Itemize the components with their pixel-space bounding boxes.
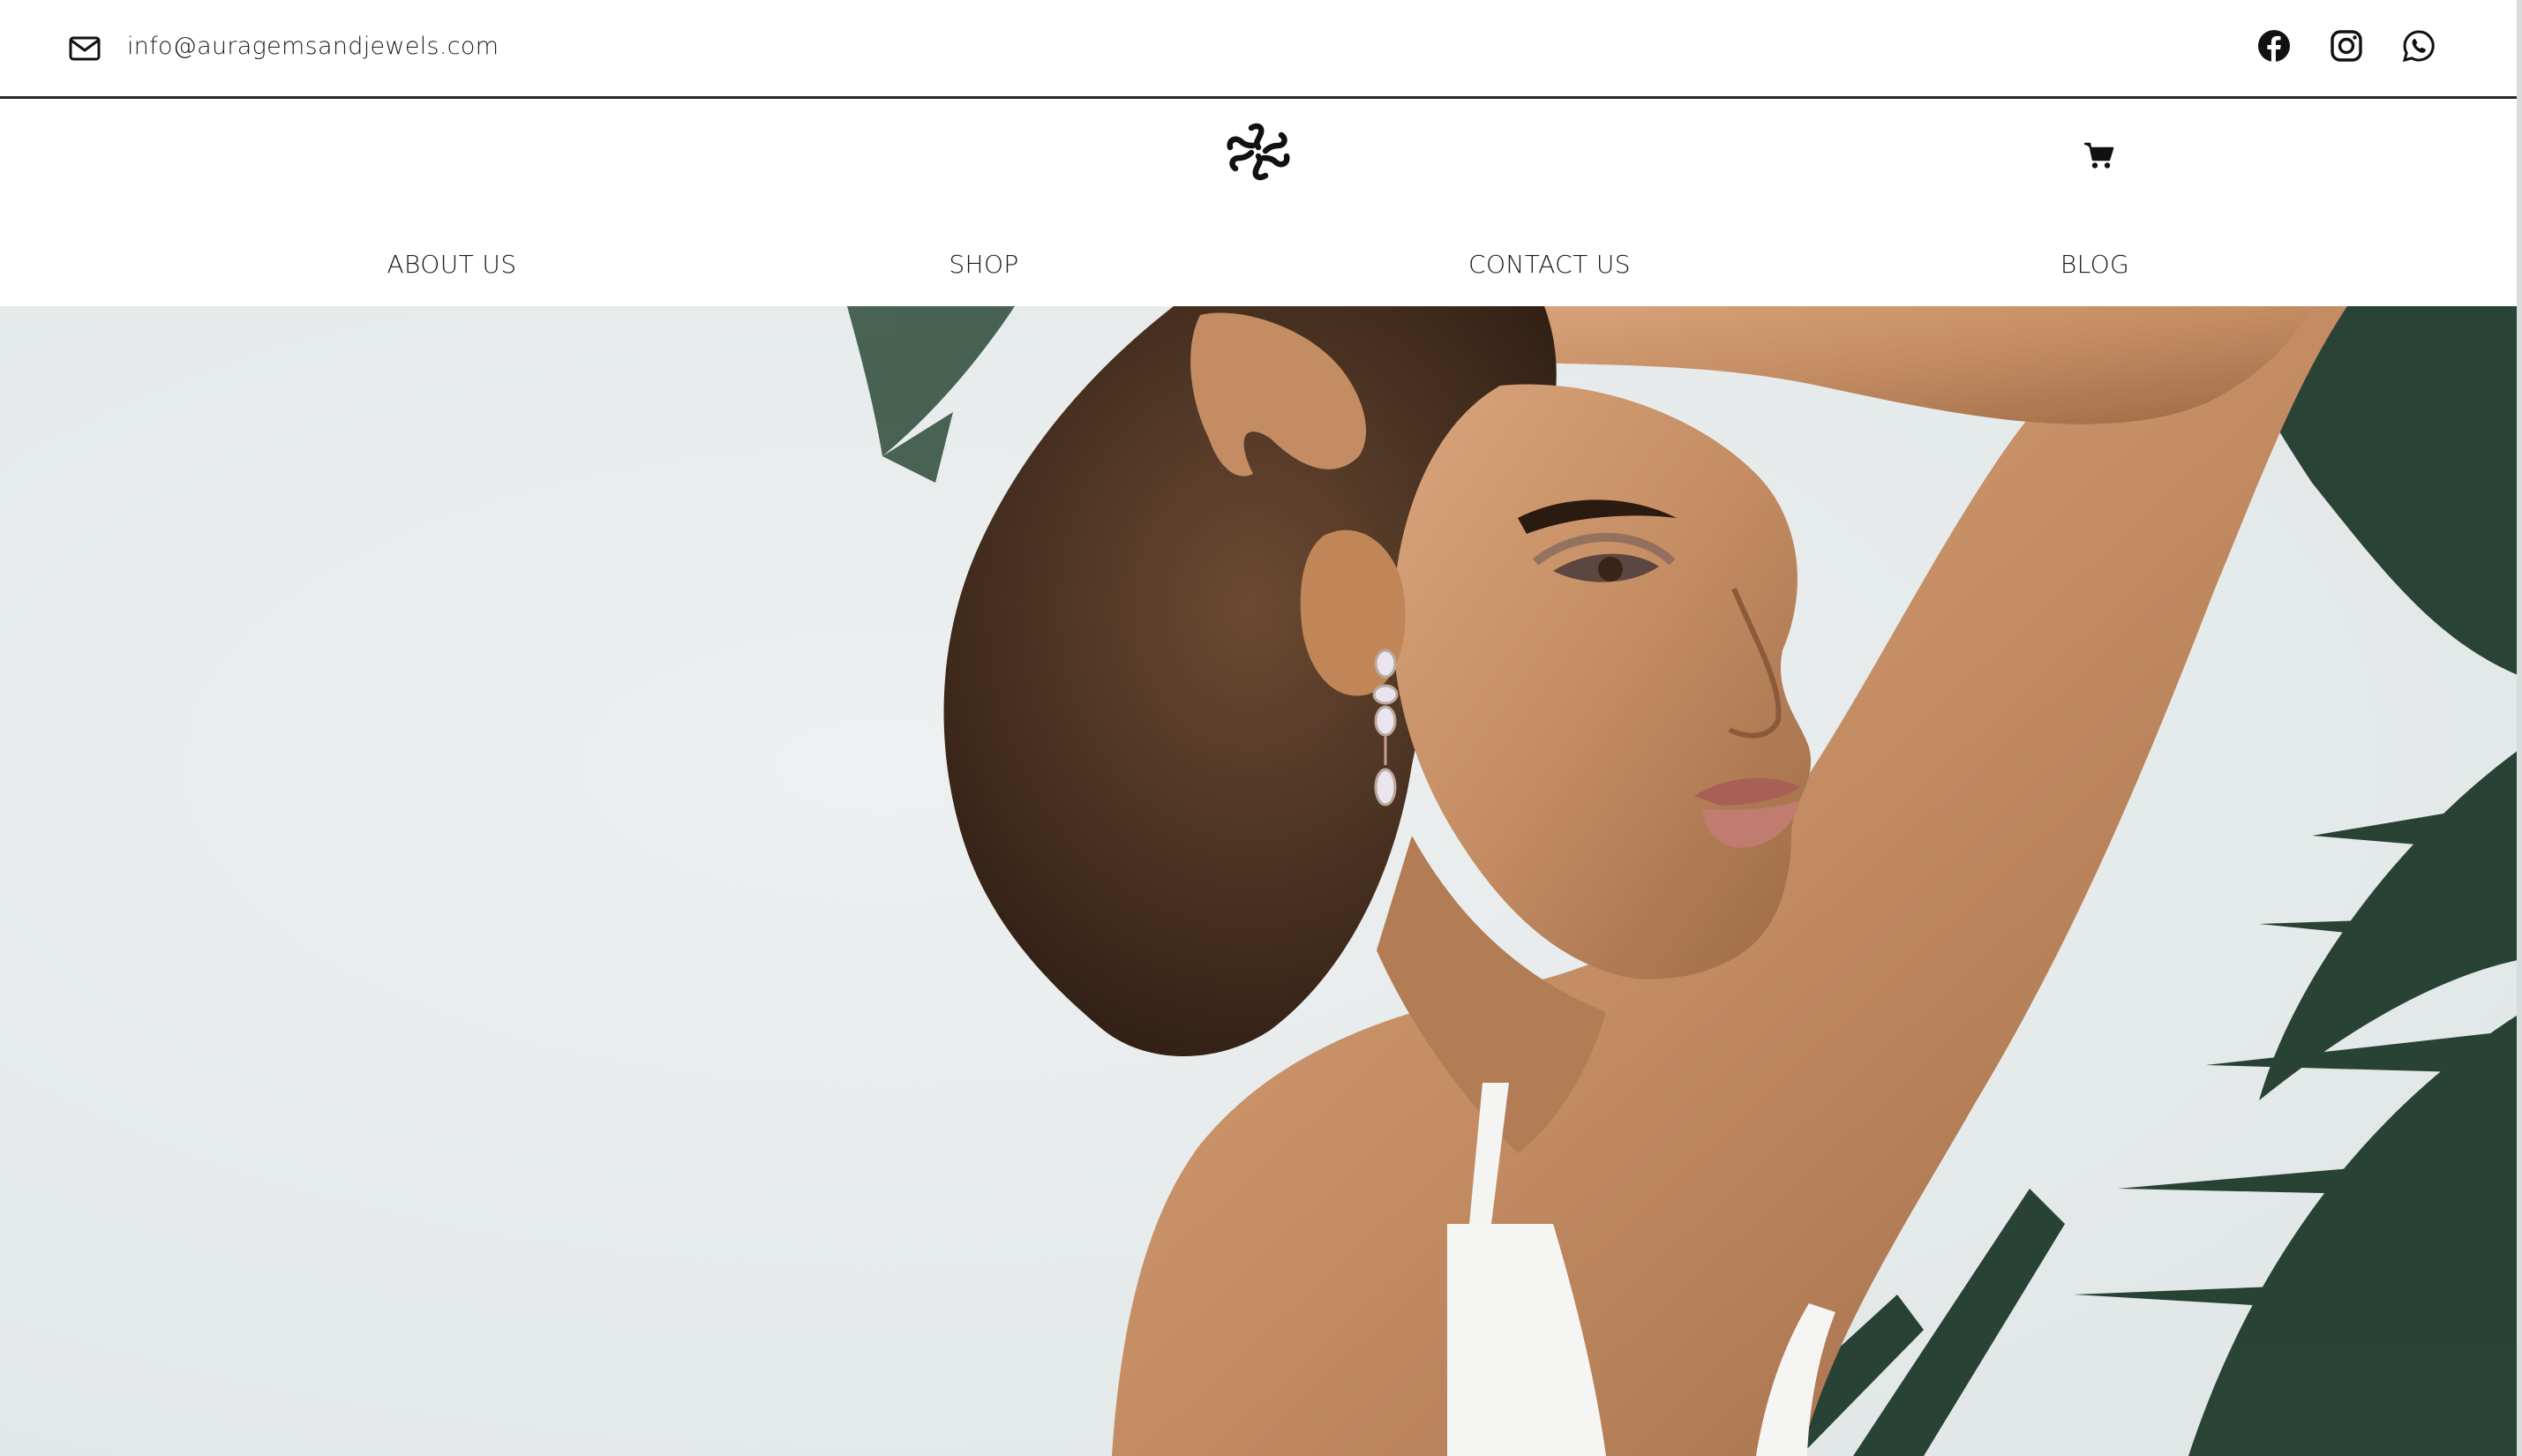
nav-item-contact-us[interactable]: CONTACT US [1468,250,1631,279]
nav-item-blog[interactable]: BLOG [2060,250,2129,279]
nav-item-about-us[interactable]: ABOUT US [387,250,516,279]
instagram-icon[interactable] [2329,28,2364,64]
email-link[interactable]: info@auragemsandjewels.com [127,33,499,60]
flower-logo-icon[interactable] [1225,121,1292,183]
facebook-icon[interactable] [2256,28,2292,64]
envelope-icon [69,35,101,62]
hero-banner [0,306,2522,1456]
whatsapp-icon[interactable] [2401,28,2436,64]
page-edge-divider [2517,0,2522,1456]
main-nav: ABOUT US SHOP CONTACT US BLOG [0,250,2522,294]
earring [1372,649,1399,807]
nav-item-shop[interactable]: SHOP [949,250,1018,279]
cart-icon[interactable] [2083,140,2114,170]
site-header: ABOUT US SHOP CONTACT US BLOG [0,101,2522,306]
hero-image [0,306,2522,1456]
top-bar: info@auragemsandjewels.com [0,0,2522,99]
